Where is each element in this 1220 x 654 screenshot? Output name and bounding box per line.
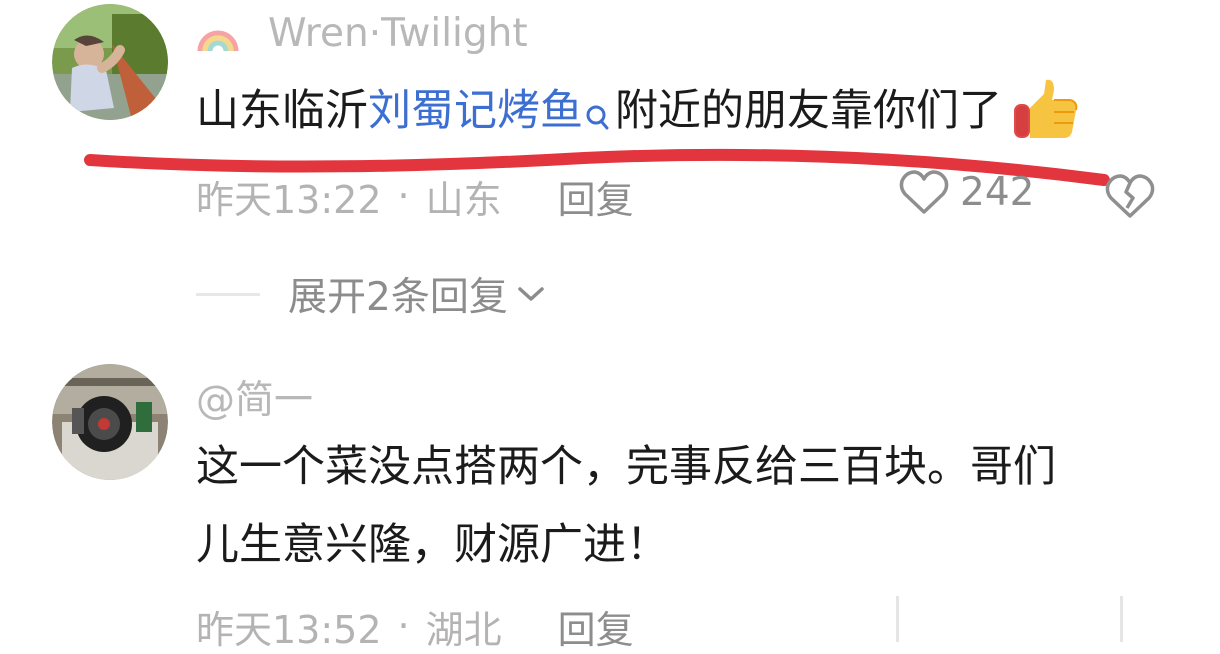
like-button[interactable]: 242 [898, 168, 1034, 216]
comment-text: 山东临沂刘蜀记烤鱼 附近的朋友靠你们了 [196, 72, 1080, 150]
author-name[interactable]: @简一 [196, 369, 313, 425]
thumbs-up-icon [1010, 74, 1080, 144]
avatar-image [52, 4, 168, 120]
comment-meta-row: 昨天13:22 · 山东 回复 [196, 168, 634, 224]
expand-replies-label[interactable]: 展开2条回复 [288, 266, 508, 322]
expand-replies-button[interactable]: 展开2条回复 [196, 266, 546, 322]
comment-text-prefix: 山东临沂 [196, 86, 368, 136]
comment-time: 昨天13:52 [196, 607, 382, 652]
dislike-button[interactable] [1104, 172, 1156, 220]
avatar[interactable] [52, 4, 168, 120]
search-icon[interactable] [583, 82, 611, 130]
avatar-image [52, 364, 168, 480]
heart-icon [899, 170, 949, 214]
comment-location: 湖北 [425, 607, 502, 652]
broken-heart-icon [1105, 174, 1155, 218]
divider-mark [1120, 596, 1123, 642]
like-count: 242 [960, 169, 1035, 215]
author-name[interactable]: Wren·Twilight [268, 11, 528, 56]
reply-button[interactable]: 回复 [558, 169, 634, 224]
comment-author-row[interactable]: Wren·Twilight [196, 8, 528, 58]
comment-location: 山东 [425, 177, 502, 222]
comment-author-row[interactable]: @简一 [196, 369, 313, 425]
expand-divider [196, 292, 260, 296]
comment-text-line-1: 这一个菜没点搭两个，完事反给三百块。哥们 [196, 442, 1056, 492]
reply-button[interactable]: 回复 [558, 599, 634, 654]
meta-separator: · [397, 604, 410, 648]
avatar[interactable] [52, 364, 168, 480]
comment-text: 这一个菜没点搭两个，完事反给三百块。哥们 儿生意兴隆，财源广进！ [196, 428, 1056, 584]
comment-text-line-2: 儿生意兴隆，财源广进！ [196, 520, 669, 570]
comment-text-suffix: 附近的朋友靠你们了 [615, 86, 1002, 136]
search-link[interactable]: 刘蜀记烤鱼 [368, 86, 583, 136]
rainbow-icon [197, 30, 239, 52]
chevron-down-icon[interactable] [516, 283, 546, 305]
meta-separator: · [397, 174, 410, 218]
divider-mark [896, 596, 899, 642]
comment-time: 昨天13:22 [196, 177, 382, 222]
comment-meta-row: 昨天13:52 · 湖北 回复 [196, 598, 634, 654]
